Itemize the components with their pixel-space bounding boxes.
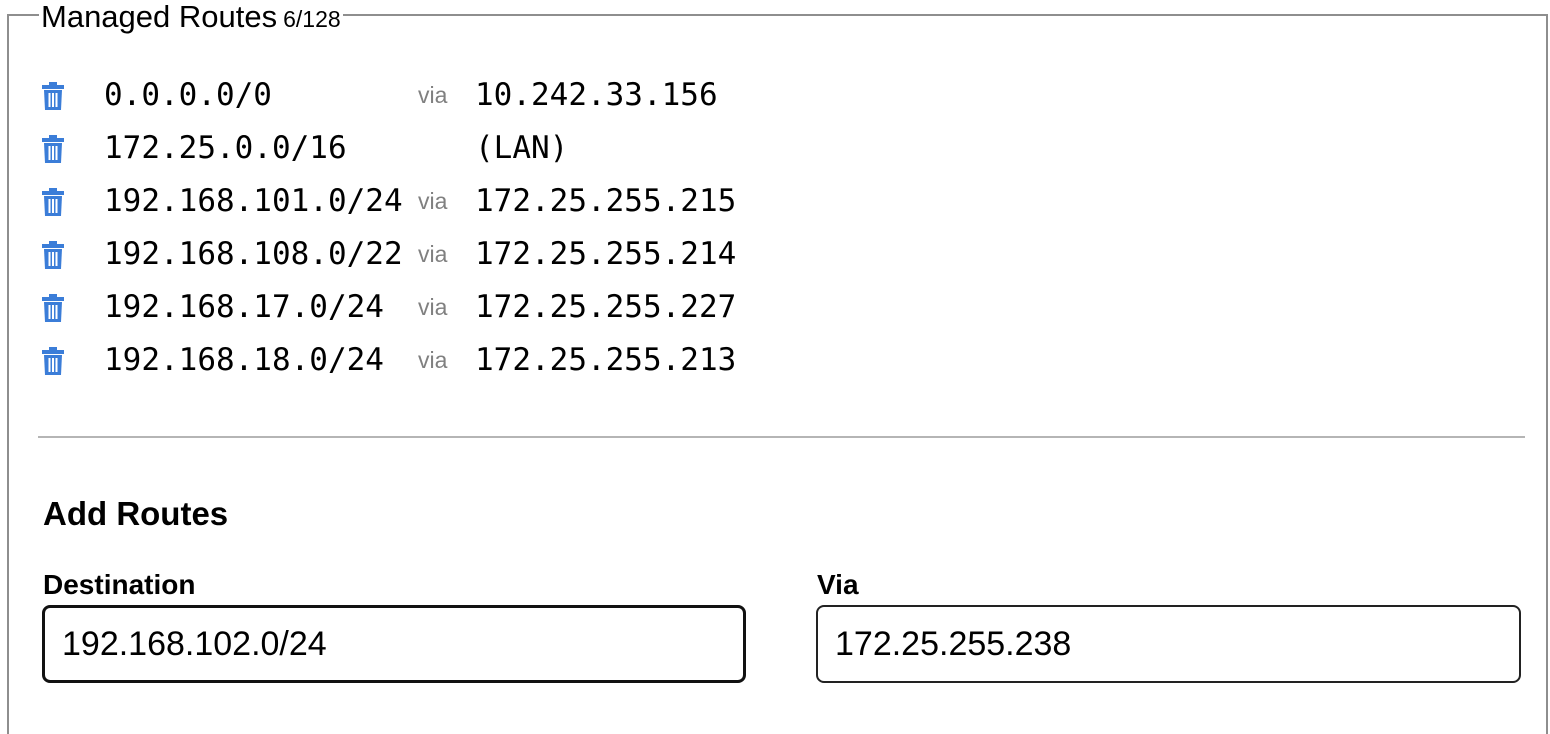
route-row: 192.168.108.0/22 via 172.25.255.214: [9, 234, 809, 287]
via-input[interactable]: [816, 605, 1521, 683]
route-destination: 192.168.18.0/24: [104, 342, 384, 378]
managed-routes-title: Managed Routes: [41, 0, 278, 34]
route-via-label: via: [418, 347, 448, 373]
route-row: 0.0.0.0/0 via 10.242.33.156: [9, 75, 809, 128]
destination-input[interactable]: [42, 605, 746, 683]
trash-icon[interactable]: [41, 294, 65, 322]
section-divider: [38, 436, 1525, 438]
trash-icon[interactable]: [41, 82, 65, 110]
route-destination: 192.168.108.0/22: [104, 236, 403, 272]
route-gateway: 172.25.255.214: [475, 236, 737, 272]
add-routes-title: Add Routes: [43, 495, 229, 532]
route-via-label: via: [418, 188, 448, 214]
route-row: 192.168.101.0/24 via 172.25.255.215: [9, 181, 809, 234]
route-gateway: 172.25.255.215: [475, 183, 737, 219]
trash-icon[interactable]: [41, 241, 65, 269]
route-destination: 0.0.0.0/0: [104, 77, 272, 113]
trash-icon[interactable]: [41, 135, 65, 163]
trash-icon[interactable]: [41, 347, 65, 375]
destination-label: Destination: [43, 569, 196, 600]
route-destination: 192.168.17.0/24: [104, 289, 384, 325]
route-destination: 192.168.101.0/24: [104, 183, 403, 219]
route-via-label: via: [418, 241, 448, 267]
trash-icon[interactable]: [41, 188, 65, 216]
managed-routes-count: 6/128: [283, 6, 341, 32]
route-gateway: (LAN): [475, 130, 569, 166]
route-destination: 172.25.0.0/16: [104, 130, 347, 166]
managed-routes-legend: Managed Routes 6/128: [39, 0, 343, 40]
route-row: 172.25.0.0/16 (LAN): [9, 128, 809, 181]
managed-routes-fieldset: Managed Routes 6/128 0.0.0.0/0 via 10.242…: [7, 0, 1548, 734]
via-label: Via: [817, 569, 859, 600]
route-gateway: 172.25.255.213: [475, 342, 737, 378]
route-row: 192.168.18.0/24 via 172.25.255.213: [9, 340, 809, 393]
route-gateway: 10.242.33.156: [475, 77, 718, 113]
route-via-label: via: [418, 294, 448, 320]
route-gateway: 172.25.255.227: [475, 289, 737, 325]
route-via-label: via: [418, 82, 448, 108]
route-row: 192.168.17.0/24 via 172.25.255.227: [9, 287, 809, 340]
